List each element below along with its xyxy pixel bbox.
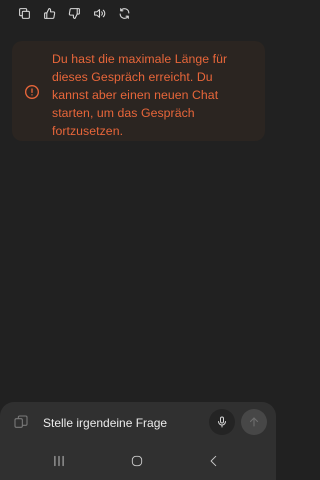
thumbs-up-button[interactable] — [42, 6, 57, 21]
read-aloud-button[interactable] — [92, 6, 107, 21]
arrow-up-icon — [249, 417, 259, 427]
home-icon — [131, 455, 143, 467]
attach-button[interactable] — [13, 414, 29, 430]
length-limit-warning: Du hast die maximale Länge für dieses Ge… — [12, 41, 265, 141]
attachment-icon — [14, 415, 28, 428]
speaker-icon — [94, 8, 106, 18]
thumbs-down-button[interactable] — [67, 6, 82, 21]
alert-circle-icon — [24, 84, 40, 100]
warning-message: Du hast die maximale Länge für dieses Ge… — [52, 52, 228, 138]
message-actions-toolbar — [17, 5, 132, 21]
chat-screen: Du hast die maximale Länge für dieses Ge… — [0, 0, 276, 480]
regenerate-icon — [119, 7, 130, 19]
voice-input-button[interactable] — [209, 409, 235, 435]
back-button[interactable] — [206, 454, 222, 468]
thumbs-down-icon — [68, 7, 80, 19]
recents-button[interactable] — [51, 454, 67, 468]
prompt-input[interactable] — [43, 414, 193, 432]
microphone-icon — [218, 416, 226, 428]
copy-button[interactable] — [17, 6, 32, 21]
message-composer — [0, 402, 276, 442]
system-navigation-bar — [0, 442, 276, 480]
recents-icon — [54, 455, 64, 467]
back-icon — [210, 455, 217, 467]
thumbs-up-icon — [44, 7, 56, 19]
send-button[interactable] — [241, 409, 267, 435]
copy-icon — [19, 7, 30, 19]
home-button[interactable] — [129, 454, 145, 468]
regenerate-button[interactable] — [117, 6, 132, 21]
